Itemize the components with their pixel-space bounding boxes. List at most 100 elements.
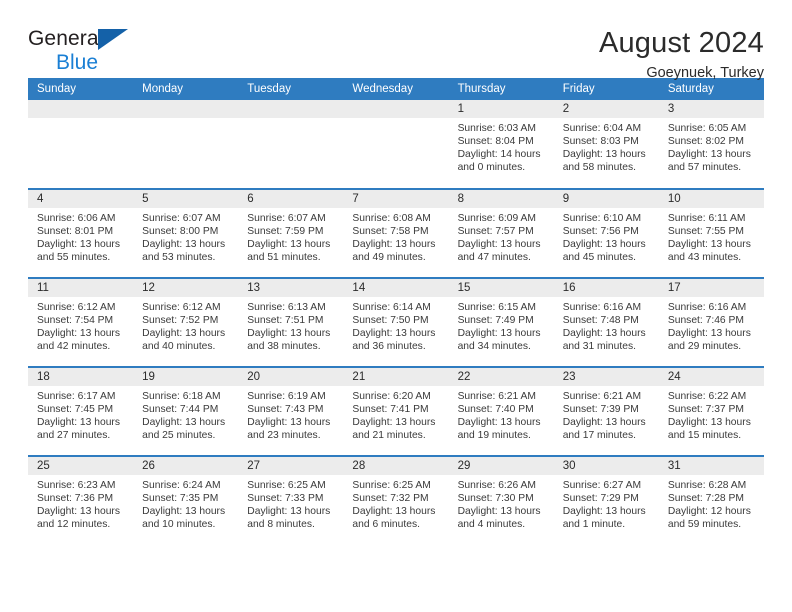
day-number: 27 <box>238 457 344 475</box>
daylight-text-cont: and 47 minutes. <box>457 252 531 264</box>
sunrise-text: Sunrise: 6:04 AM <box>562 123 642 134</box>
calendar-day-cell[interactable]: 25 Sunrise: 6:23 AM Sunset: 7:36 PM Dayligh… <box>28 455 134 545</box>
sunset-text: Sunset: 7:35 PM <box>142 493 219 505</box>
day-number: 10 <box>658 190 764 208</box>
calendar-day-cell[interactable]: 7 Sunrise: 6:08 AM Sunset: 7:58 PM Daylight… <box>343 188 449 278</box>
daylight-text: Daylight: 13 hours <box>247 506 331 518</box>
day-number <box>133 100 239 118</box>
day-details: Sunrise: 6:03 AM Sunset: 8:04 PM Daylight:… <box>449 118 554 174</box>
calendar-day-cell[interactable]: 5 Sunrise: 6:07 AM Sunset: 8:00 PM Daylight… <box>133 188 239 278</box>
sunrise-text: Sunrise: 6:26 AM <box>457 480 536 491</box>
daylight-text: Daylight: 13 hours <box>667 239 751 251</box>
sunset-text: Sunset: 7:43 PM <box>247 404 324 416</box>
day-details: Sunrise: 6:19 AM Sunset: 7:43 PM Daylight:… <box>238 386 343 442</box>
calendar-day-cell[interactable]: 23 Sunrise: 6:21 AM Sunset: 7:39 PM Dayligh… <box>553 366 659 456</box>
calendar-day-cell[interactable]: 31 Sunrise: 6:28 AM Sunset: 7:28 PM Dayligh… <box>658 455 764 545</box>
day-number <box>28 100 134 118</box>
day-details: Sunrise: 6:09 AM Sunset: 7:57 PM Daylight:… <box>449 208 554 264</box>
day-details: Sunrise: 6:16 AM Sunset: 7:48 PM Daylight:… <box>554 297 659 353</box>
calendar-day-cell[interactable]: 26 Sunrise: 6:24 AM Sunset: 7:35 PM Dayligh… <box>133 455 239 545</box>
day-details: Sunrise: 6:05 AM Sunset: 8:02 PM Daylight:… <box>659 118 764 174</box>
calendar-week-row: 25 Sunrise: 6:23 AM Sunset: 7:36 PM Dayligh… <box>28 455 764 545</box>
calendar-day-cell[interactable]: 6 Sunrise: 6:07 AM Sunset: 7:59 PM Daylight… <box>238 188 344 278</box>
day-details: Sunrise: 6:27 AM Sunset: 7:29 PM Daylight:… <box>554 475 659 531</box>
calendar-day-cell[interactable]: 17 Sunrise: 6:16 AM Sunset: 7:46 PM Dayligh… <box>658 277 764 367</box>
sunrise-text: Sunrise: 6:16 AM <box>562 302 642 313</box>
daylight-text: Daylight: 13 hours <box>142 506 226 518</box>
daylight-text: Daylight: 13 hours <box>667 149 751 161</box>
daylight-text-cont: and 27 minutes. <box>37 430 111 442</box>
sunset-text: Sunset: 7:58 PM <box>352 226 429 238</box>
daylight-text-cont: and 38 minutes. <box>247 341 321 353</box>
daylight-text-cont: and 6 minutes. <box>352 519 420 531</box>
weekday-header-thursday: Thursday <box>448 78 554 100</box>
calendar-day-cell[interactable]: 8 Sunrise: 6:09 AM Sunset: 7:57 PM Daylight… <box>448 188 554 278</box>
sunrise-text: Sunrise: 6:06 AM <box>37 213 116 224</box>
day-number: 19 <box>133 368 239 386</box>
calendar-day-cell[interactable]: 15 Sunrise: 6:15 AM Sunset: 7:49 PM Dayligh… <box>448 277 554 367</box>
calendar-day-cell[interactable]: 29 Sunrise: 6:26 AM Sunset: 7:30 PM Dayligh… <box>448 455 554 545</box>
sunrise-text: Sunrise: 6:23 AM <box>37 480 116 491</box>
calendar-day-cell[interactable]: 13 Sunrise: 6:13 AM Sunset: 7:51 PM Dayligh… <box>238 277 344 367</box>
calendar-day-cell[interactable]: 9 Sunrise: 6:10 AM Sunset: 7:56 PM Daylight… <box>553 188 659 278</box>
day-number: 12 <box>133 279 239 297</box>
daylight-text-cont: and 43 minutes. <box>667 252 742 264</box>
calendar-day-cell[interactable]: 16 Sunrise: 6:16 AM Sunset: 7:48 PM Dayligh… <box>553 277 659 367</box>
day-number: 20 <box>238 368 344 386</box>
general-blue-logo: General Blue <box>28 28 148 74</box>
calendar-day-cell[interactable]: 4 Sunrise: 6:06 AM Sunset: 8:01 PM Daylight… <box>28 188 134 278</box>
day-details: Sunrise: 6:15 AM Sunset: 7:49 PM Daylight:… <box>449 297 554 353</box>
daylight-text-cont: and 42 minutes. <box>37 341 111 353</box>
calendar-day-cell[interactable]: 11 Sunrise: 6:12 AM Sunset: 7:54 PM Dayligh… <box>28 277 134 367</box>
day-number: 15 <box>448 279 554 297</box>
day-number: 28 <box>343 457 449 475</box>
calendar-week-row: 1 Sunrise: 6:03 AM Sunset: 8:04 PM Daylight… <box>28 100 764 189</box>
daylight-text-cont: and 40 minutes. <box>142 341 216 353</box>
day-number: 31 <box>658 457 764 475</box>
calendar-day-cell[interactable]: 22 Sunrise: 6:21 AM Sunset: 7:40 PM Dayligh… <box>448 366 554 456</box>
day-details <box>343 118 448 122</box>
daylight-text-cont: and 19 minutes. <box>457 430 531 442</box>
day-details: Sunrise: 6:16 AM Sunset: 7:46 PM Daylight:… <box>659 297 764 353</box>
daylight-text: Daylight: 13 hours <box>562 149 646 161</box>
daylight-text-cont: and 8 minutes. <box>247 519 315 531</box>
sunset-text: Sunset: 7:44 PM <box>142 404 219 416</box>
day-details: Sunrise: 6:12 AM Sunset: 7:54 PM Daylight:… <box>28 297 133 353</box>
calendar-day-cell[interactable]: 19 Sunrise: 6:18 AM Sunset: 7:44 PM Dayligh… <box>133 366 239 456</box>
calendar-day-cell[interactable]: 3 Sunrise: 6:05 AM Sunset: 8:02 PM Daylight… <box>658 100 764 189</box>
daylight-text: Daylight: 13 hours <box>37 506 120 518</box>
calendar-day-cell[interactable]: 12 Sunrise: 6:12 AM Sunset: 7:52 PM Dayligh… <box>133 277 239 367</box>
sunset-text: Sunset: 7:46 PM <box>667 315 744 327</box>
day-details: Sunrise: 6:07 AM Sunset: 7:59 PM Daylight:… <box>238 208 343 264</box>
daylight-text: Daylight: 13 hours <box>247 417 331 429</box>
daylight-text: Daylight: 13 hours <box>352 417 436 429</box>
daylight-text-cont: and 17 minutes. <box>562 430 636 442</box>
calendar-day-cell[interactable]: 24 Sunrise: 6:22 AM Sunset: 7:37 PM Dayligh… <box>658 366 764 456</box>
calendar-day-cell[interactable]: 30 Sunrise: 6:27 AM Sunset: 7:29 PM Dayligh… <box>553 455 659 545</box>
sunrise-text: Sunrise: 6:07 AM <box>142 213 221 224</box>
calendar-day-cell[interactable]: 2 Sunrise: 6:04 AM Sunset: 8:03 PM Daylight… <box>553 100 659 189</box>
sunrise-text: Sunrise: 6:21 AM <box>562 391 642 402</box>
calendar-day-cell[interactable]: 27 Sunrise: 6:25 AM Sunset: 7:33 PM Dayligh… <box>238 455 344 545</box>
daylight-text-cont: and 21 minutes. <box>352 430 426 442</box>
weekday-header-tuesday: Tuesday <box>238 78 344 100</box>
day-details: Sunrise: 6:25 AM Sunset: 7:33 PM Daylight:… <box>238 475 343 531</box>
calendar-day-cell[interactable]: 20 Sunrise: 6:19 AM Sunset: 7:43 PM Dayligh… <box>238 366 344 456</box>
logo-text-blue: Blue <box>56 51 99 74</box>
sunrise-text: Sunrise: 6:28 AM <box>667 480 747 491</box>
calendar-day-cell[interactable]: 18 Sunrise: 6:17 AM Sunset: 7:45 PM Dayligh… <box>28 366 134 456</box>
sunset-text: Sunset: 7:40 PM <box>457 404 534 416</box>
calendar-day-cell[interactable]: 28 Sunrise: 6:25 AM Sunset: 7:32 PM Dayligh… <box>343 455 449 545</box>
calendar-day-cell[interactable]: 10 Sunrise: 6:11 AM Sunset: 7:55 PM Dayligh… <box>658 188 764 278</box>
day-number: 18 <box>28 368 134 386</box>
calendar-day-cell[interactable]: 14 Sunrise: 6:14 AM Sunset: 7:50 PM Dayligh… <box>343 277 449 367</box>
calendar-week-row: 18 Sunrise: 6:17 AM Sunset: 7:45 PM Dayligh… <box>28 366 764 456</box>
day-number: 21 <box>343 368 449 386</box>
daylight-text: Daylight: 13 hours <box>142 239 226 251</box>
sunrise-text: Sunrise: 6:11 AM <box>667 213 746 224</box>
daylight-text: Daylight: 13 hours <box>457 328 541 340</box>
day-details <box>28 118 133 122</box>
day-details: Sunrise: 6:18 AM Sunset: 7:44 PM Daylight:… <box>133 386 238 442</box>
calendar-day-cell[interactable]: 21 Sunrise: 6:20 AM Sunset: 7:41 PM Dayligh… <box>343 366 449 456</box>
calendar-day-cell[interactable]: 1 Sunrise: 6:03 AM Sunset: 8:04 PM Daylight… <box>448 100 554 189</box>
